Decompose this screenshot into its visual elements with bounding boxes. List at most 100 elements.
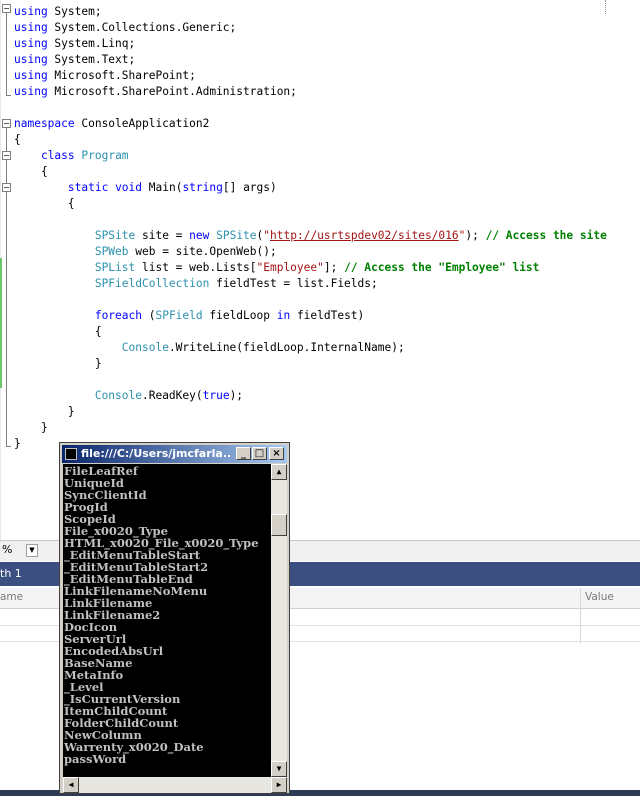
code-line[interactable]: } <box>14 436 21 452</box>
maximize-button[interactable]: □ <box>252 447 267 460</box>
column-header-value[interactable]: Value <box>585 591 614 603</box>
code-line[interactable]: foreach (SPField fieldLoop in fieldTest) <box>14 308 364 324</box>
console-titlebar[interactable]: file:///C:/Users/jmcfarla... _ □ × <box>62 445 287 463</box>
console-horizontal-scrollbar[interactable]: ◀ ▶ <box>63 777 287 793</box>
console-output[interactable]: FileLeafRef UniqueId SyncClientId ProgId Sco… <box>63 464 271 777</box>
code-token: static <box>67 181 109 194</box>
fold-guide-end <box>6 95 11 96</box>
console-window[interactable]: file:///C:/Users/jmcfarla... _ □ × FileL… <box>59 442 290 794</box>
code-line[interactable]: { <box>14 196 75 212</box>
code-line[interactable]: namespace ConsoleApplication2 <box>14 116 209 132</box>
code-token: .ReadKey( <box>141 389 203 402</box>
code-token: void <box>115 181 143 194</box>
code-token: new <box>189 229 210 242</box>
code-token: // Access the "Employee" list <box>344 261 540 274</box>
code-token: } <box>14 357 102 370</box>
zoom-dropdown-icon[interactable]: ▼ <box>26 544 38 557</box>
code-token: Main( <box>142 181 183 194</box>
watch-panel-title-text: th 1 <box>0 567 22 580</box>
console-window-icon[interactable] <box>65 448 77 460</box>
column-header-name[interactable]: ame <box>0 591 23 603</box>
code-token: using <box>14 69 48 82</box>
code-line[interactable]: } <box>14 404 75 420</box>
console-vertical-scrollbar[interactable]: ▲ ▼ <box>271 464 287 777</box>
code-token: in <box>276 309 291 322</box>
code-line[interactable]: using System; <box>14 4 102 20</box>
code-line[interactable]: } <box>14 420 48 436</box>
code-token: .WriteLine(fieldLoop.InternalName); <box>168 341 405 354</box>
code-line[interactable]: using System.Text; <box>14 52 135 68</box>
code-token: [] args) <box>222 181 277 194</box>
code-token: System.Collections.Generic; <box>47 21 237 34</box>
code-line[interactable]: using Microsoft.SharePoint.Administratio… <box>14 84 297 100</box>
code-line[interactable]: using System.Collections.Generic; <box>14 20 236 36</box>
code-token: System.Text; <box>47 53 136 66</box>
code-token: true <box>202 389 230 402</box>
code-token: { <box>14 133 21 146</box>
code-token: Console <box>94 389 142 402</box>
code-token: string <box>182 181 223 194</box>
code-token: ]; <box>323 261 345 274</box>
code-line[interactable]: class Program <box>14 148 129 164</box>
scrollbar-thumb[interactable] <box>271 514 287 536</box>
code-link[interactable]: http://usrtspdev02/sites/016 <box>270 229 459 242</box>
code-line[interactable]: } <box>14 356 102 372</box>
collapse-namespace-icon[interactable]: − <box>2 119 11 128</box>
code-token: } <box>14 405 75 418</box>
code-token: { <box>14 325 102 338</box>
code-token: { <box>14 197 75 210</box>
code-token: fieldLoop <box>202 309 277 322</box>
code-line[interactable]: { <box>14 132 21 148</box>
code-line[interactable]: { <box>14 164 48 180</box>
code-token: } <box>14 421 48 434</box>
code-token: list = web.Lists[ <box>135 261 257 274</box>
code-line[interactable]: static void Main(string[] args) <box>14 180 277 196</box>
collapse-method-icon[interactable]: − <box>2 183 11 192</box>
scroll-right-icon[interactable]: ▶ <box>271 777 287 793</box>
code-token: "Employee" <box>256 261 324 274</box>
fold-guide <box>6 13 7 95</box>
code-line[interactable]: SPFieldCollection fieldTest = list.Field… <box>14 276 378 292</box>
code-token: namespace <box>14 117 75 130</box>
code-token: ConsoleApplication2 <box>74 117 210 130</box>
code-line[interactable]: { <box>14 324 102 340</box>
code-line[interactable]: Console.WriteLine(fieldLoop.InternalName… <box>14 340 405 356</box>
code-line[interactable]: using Microsoft.SharePoint; <box>14 68 196 84</box>
code-token: } <box>14 437 21 450</box>
code-line[interactable]: using System.Linq; <box>14 36 135 52</box>
close-button[interactable]: × <box>269 447 284 460</box>
code-token: Microsoft.SharePoint.Administration; <box>47 85 297 98</box>
zoom-value: % <box>2 543 13 556</box>
fold-guide <box>6 128 7 446</box>
code-token: class <box>40 149 75 162</box>
minimize-button[interactable]: _ <box>236 447 251 460</box>
scroll-down-icon[interactable]: ▼ <box>271 761 287 777</box>
code-token: site = <box>135 229 190 242</box>
scroll-up-icon[interactable]: ▲ <box>271 464 287 480</box>
code-token: ); <box>465 229 486 242</box>
code-token: // Access the site <box>485 229 607 242</box>
code-token: web = site.OpenWeb(); <box>128 245 277 258</box>
code-line[interactable]: SPSite site = new SPSite("http://usrtspd… <box>14 228 607 244</box>
collapse-class-icon[interactable]: − <box>2 151 11 160</box>
scroll-left-icon[interactable]: ◀ <box>63 777 79 793</box>
code-token: ( <box>141 309 156 322</box>
code-token: System.Linq; <box>47 37 136 50</box>
code-token: fieldTest = list.Fields; <box>209 277 378 290</box>
code-token: SPSite <box>94 229 136 242</box>
changed-lines-marker <box>0 258 2 388</box>
code-line[interactable]: SPList list = web.Lists["Employee"]; // … <box>14 260 540 276</box>
code-line[interactable]: Console.ReadKey(true); <box>14 388 243 404</box>
collapse-usings-icon[interactable]: − <box>2 4 11 13</box>
zoom-control[interactable]: % ▼ <box>0 542 60 558</box>
code-token: SPSite <box>216 229 257 242</box>
code-token: fieldTest) <box>290 309 365 322</box>
code-line[interactable]: SPWeb web = site.OpenWeb(); <box>14 244 277 260</box>
code-token: SPList <box>94 261 136 274</box>
code-token: ); <box>229 389 244 402</box>
